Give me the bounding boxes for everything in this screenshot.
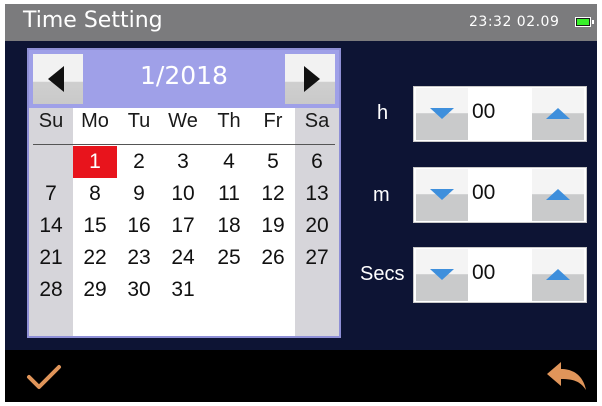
day-cell[interactable]: 10 (161, 178, 205, 210)
day-cell[interactable]: 2 (117, 146, 161, 178)
prev-month-button[interactable] (33, 54, 83, 104)
minute-increment-button[interactable] (532, 169, 584, 221)
calendar-header: 1/2018 (29, 50, 339, 108)
hour-value[interactable]: 00 (472, 100, 530, 124)
day-cell[interactable]: 18 (207, 210, 251, 242)
weekday-label: We (168, 110, 198, 132)
device-screen: Time Setting 23:32 02.09 1/2018 Su Mo Tu… (5, 4, 597, 402)
battery-tip (592, 20, 594, 24)
next-month-button[interactable] (285, 54, 335, 104)
day-cell[interactable]: 14 (29, 210, 73, 242)
day-cell[interactable]: 7 (29, 178, 73, 210)
status-clock: 23:32 02.09 (469, 14, 560, 30)
weekday-label: Tu (127, 110, 151, 132)
seconds-label: Secs (360, 263, 405, 285)
hour-stepper: 00 (413, 86, 587, 142)
header-divider (33, 144, 335, 145)
battery-level (577, 19, 589, 25)
day-cell[interactable]: 13 (295, 178, 339, 210)
day-cell[interactable]: 3 (161, 146, 205, 178)
day-cell[interactable]: 31 (161, 274, 205, 306)
day-cell[interactable]: 9 (117, 178, 161, 210)
day-cell[interactable]: 25 (207, 242, 251, 274)
checkmark-icon (27, 365, 61, 389)
hour-label: h (377, 102, 389, 124)
confirm-button[interactable] (25, 362, 65, 392)
minute-label: m (373, 184, 390, 206)
day-cell[interactable]: 23 (117, 242, 161, 274)
return-arrow-icon (547, 362, 586, 390)
weekday-label: Fr (263, 110, 283, 132)
day-cell[interactable]: 5 (251, 146, 295, 178)
hour-increment-button[interactable] (532, 88, 584, 140)
day-cell[interactable]: 16 (117, 210, 161, 242)
day-cell[interactable]: 8 (73, 178, 117, 210)
page-title: Time Setting (23, 8, 163, 33)
battery-icon (575, 17, 594, 27)
bottom-bar (5, 350, 597, 402)
day-cell[interactable]: 12 (251, 178, 295, 210)
minute-decrement-button[interactable] (416, 169, 468, 221)
seconds-value[interactable]: 00 (472, 261, 530, 285)
triangle-right-icon (304, 66, 320, 92)
day-cell[interactable]: 6 (295, 146, 339, 178)
day-cell[interactable]: 15 (73, 210, 117, 242)
seconds-decrement-button[interactable] (416, 249, 468, 301)
minute-stepper: 00 (413, 167, 587, 223)
day-cell[interactable]: 21 (29, 242, 73, 274)
day-cell[interactable]: 4 (207, 146, 251, 178)
day-cell[interactable]: 27 (295, 242, 339, 274)
triangle-up-icon (546, 269, 570, 280)
day-cell[interactable]: 22 (73, 242, 117, 274)
day-cell[interactable]: 19 (251, 210, 295, 242)
weekday-label: Sa (304, 110, 330, 132)
triangle-down-icon (430, 269, 454, 280)
triangle-down-icon (430, 108, 454, 119)
day-cell-selected[interactable]: 1 (73, 146, 117, 178)
seconds-increment-button[interactable] (532, 249, 584, 301)
weekday-label: Th (217, 110, 241, 132)
weekday-label: Su (38, 110, 64, 132)
weekday-label: Mo (81, 110, 109, 132)
day-cell[interactable]: 26 (251, 242, 295, 274)
day-cell[interactable]: 11 (207, 178, 251, 210)
day-cell[interactable]: 24 (161, 242, 205, 274)
day-cell[interactable]: 29 (73, 274, 117, 306)
triangle-up-icon (546, 108, 570, 119)
calendar: 1/2018 Su Mo Tu We Th Fr Sa 1 2 3 4 5 6 … (27, 48, 341, 338)
minute-value[interactable]: 00 (472, 181, 530, 205)
day-cell[interactable]: 30 (117, 274, 161, 306)
triangle-up-icon (546, 189, 570, 200)
title-bar: Time Setting 23:32 02.09 (5, 4, 597, 41)
seconds-stepper: 00 (413, 247, 587, 303)
triangle-down-icon (430, 189, 454, 200)
weekday-header-row: Su Mo Tu We Th Fr Sa (29, 110, 339, 142)
hour-decrement-button[interactable] (416, 88, 468, 140)
day-cell[interactable]: 17 (161, 210, 205, 242)
triangle-left-icon (48, 66, 64, 92)
back-button[interactable] (543, 360, 589, 392)
day-cell[interactable]: 28 (29, 274, 73, 306)
day-cell[interactable]: 20 (295, 210, 339, 242)
month-year-label: 1/2018 (140, 61, 228, 90)
